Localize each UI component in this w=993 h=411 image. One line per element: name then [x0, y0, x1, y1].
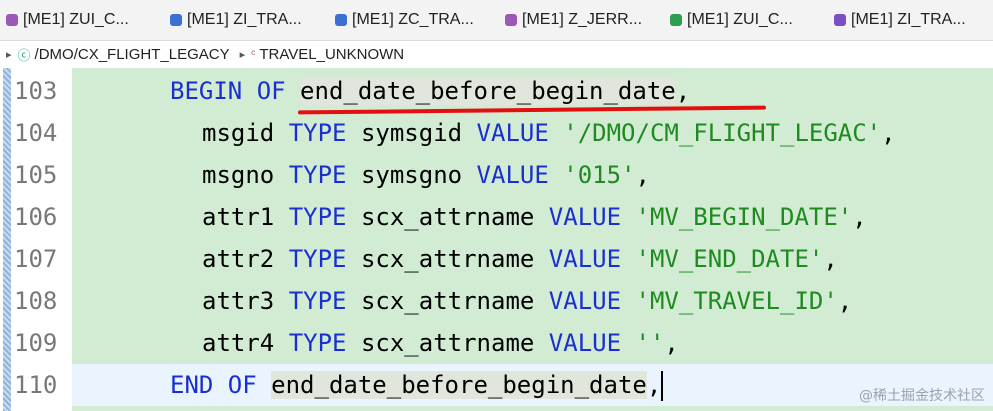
identifier-token: scx_attrname	[360, 329, 549, 357]
string-token: 'MV_END_DATE'	[635, 245, 824, 273]
tab-label: [ME1] ZUI_C...	[687, 11, 793, 28]
line-number: 107	[14, 245, 58, 273]
behavior-def-icon	[834, 14, 846, 26]
line-number: 105	[14, 161, 58, 189]
keyword-token: TYPE	[288, 203, 361, 231]
line-number: 108	[14, 287, 58, 315]
watermark: @稀土掘金技术社区	[859, 388, 985, 404]
keyword-token: TYPE	[288, 119, 361, 147]
keyword-token: TYPE	[288, 287, 361, 315]
code-text: attr4 TYPE scx_attrname VALUE '',	[202, 322, 679, 364]
code-editor[interactable]: 103 BEGIN OF end_date_before_begin_date, 1…	[14, 68, 993, 411]
identifier-token: ,	[646, 371, 662, 399]
keyword-token: BEGIN OF	[170, 77, 301, 105]
behavior-icon	[6, 14, 18, 26]
text-cursor	[661, 371, 664, 401]
line-number: 103	[14, 77, 58, 105]
constant-icon: ᶜ	[251, 47, 256, 61]
keyword-token: VALUE	[548, 287, 636, 315]
editor-tab[interactable]: [ME1] ZUI_C...	[0, 0, 139, 40]
code-line[interactable]: 103 BEGIN OF end_date_before_begin_date,	[14, 70, 993, 112]
keyword-token: END OF	[170, 371, 272, 399]
string-token: 'MV_BEGIN_DATE'	[635, 203, 853, 231]
identifier-token: end_date_before_begin_date	[271, 371, 647, 399]
code-text: attr2 TYPE scx_attrname VALUE 'MV_END_DA…	[202, 238, 838, 280]
identifier-token: ,	[823, 245, 838, 273]
breadcrumb-member[interactable]: TRAVEL_UNKNOWN	[259, 46, 404, 63]
line-number: 106	[14, 203, 58, 231]
keyword-token: TYPE	[288, 329, 361, 357]
keyword-token: TYPE	[288, 161, 361, 189]
code-line[interactable]: 105 msgno TYPE symsgno VALUE '015',	[14, 154, 993, 196]
code-text: msgno TYPE symsgno VALUE '015',	[202, 154, 650, 196]
identifier-token: symsgno	[360, 161, 477, 189]
line-number: 109	[14, 329, 58, 357]
code-line[interactable]: 110 END OF end_date_before_begin_date,	[14, 364, 993, 406]
keyword-token: VALUE	[476, 161, 564, 189]
tab-label: [ME1] ZUI_C...	[23, 11, 129, 28]
line-number: 104	[14, 119, 58, 147]
identifier-token: ,	[675, 77, 691, 105]
behavior-icon	[505, 14, 517, 26]
keyword-token: TYPE	[288, 245, 361, 273]
code-line[interactable]: 107 attr2 TYPE scx_attrname VALUE 'MV_END…	[14, 238, 993, 280]
tab-label: [ME1] Z_JERR...	[522, 11, 643, 28]
string-token: ''	[635, 329, 665, 357]
breadcrumb-class[interactable]: /DMO/CX_FLIGHT_LEGACY	[35, 46, 230, 63]
identifier-token: ,	[837, 287, 853, 315]
identifier-token: attr4	[202, 329, 289, 357]
keyword-token: VALUE	[548, 203, 636, 231]
code-line[interactable]: 108 attr3 TYPE scx_attrname VALUE 'MV_TRA…	[14, 280, 993, 322]
chevron-right-icon[interactable]: ▸	[6, 48, 12, 61]
code-line[interactable]: 106 attr1 TYPE scx_attrname VALUE 'MV_BEG…	[14, 196, 993, 238]
editor-tab-bar: [ME1] ZUI_C... [ME1] ZI_TRA... [ME1] ZC_TR…	[0, 0, 993, 41]
identifier-token: scx_attrname	[360, 245, 549, 273]
keyword-token: VALUE	[476, 119, 564, 147]
class-icon: ⓒ	[17, 47, 31, 63]
string-token: '015'	[563, 161, 636, 189]
keyword-token: VALUE	[548, 245, 636, 273]
identifier-token: scx_attrname	[360, 203, 549, 231]
identifier-token: attr3	[202, 287, 289, 315]
code-text: attr3 TYPE scx_attrname VALUE 'MV_TRAVEL…	[202, 280, 852, 322]
tab-label: [ME1] ZI_TRA...	[187, 11, 302, 28]
editor-tab[interactable]: [ME1] ZI_TRA...	[828, 0, 976, 40]
ddl-icon	[335, 14, 347, 26]
identifier-token: ,	[881, 119, 896, 147]
code-text: attr1 TYPE scx_attrname VALUE 'MV_BEGIN_…	[202, 196, 867, 238]
tab-label: [ME1] ZI_TRA...	[851, 11, 966, 28]
code-text: BEGIN OF end_date_before_begin_date,	[170, 70, 690, 112]
identifier-token: ,	[664, 329, 679, 357]
identifier-token: ,	[635, 161, 650, 189]
service-icon	[670, 14, 682, 26]
change-indicator-bar	[3, 68, 11, 411]
code-text: END OF end_date_before_begin_date,	[170, 364, 664, 406]
line-number: 110	[14, 371, 58, 399]
editor-tab[interactable]: [ME1] ZI_TRA...	[164, 0, 312, 40]
chevron-right-icon[interactable]: ▸	[240, 48, 246, 61]
identifier-token: symsgid	[360, 119, 477, 147]
string-token: 'MV_TRAVEL_ID'	[635, 287, 838, 315]
identifier-token: msgno	[202, 161, 289, 189]
identifier-token: attr2	[202, 245, 289, 273]
keyword-token: VALUE	[548, 329, 636, 357]
identifier-token: scx_attrname	[360, 287, 549, 315]
editor-tab[interactable]: [ME1] ZC_TRA...	[329, 0, 484, 40]
editor-tab[interactable]: [ME1] ZUI_C...	[664, 0, 803, 40]
string-token: '/DMO/CM_FLIGHT_LEGAC'	[563, 119, 882, 147]
breadcrumb: ▸ ⓒ /DMO/CX_FLIGHT_LEGACY ▸ ᶜ TRAVEL_UNK…	[0, 41, 993, 67]
code-line[interactable]: 104 msgid TYPE symsgid VALUE '/DMO/CM_FLI…	[14, 112, 993, 154]
identifier-token: ,	[852, 203, 867, 231]
tab-label: [ME1] ZC_TRA...	[352, 11, 474, 28]
identifier-token: attr1	[202, 203, 289, 231]
identifier-token: msgid	[202, 119, 289, 147]
ddl-icon	[170, 14, 182, 26]
editor-tab[interactable]: [ME1] Z_JERR...	[499, 0, 652, 40]
identifier-token: end_date_before_begin_date	[300, 77, 676, 105]
code-line[interactable]: 109 attr4 TYPE scx_attrname VALUE '',	[14, 322, 993, 364]
code-text: msgid TYPE symsgid VALUE '/DMO/CM_FLIGHT…	[202, 112, 896, 154]
